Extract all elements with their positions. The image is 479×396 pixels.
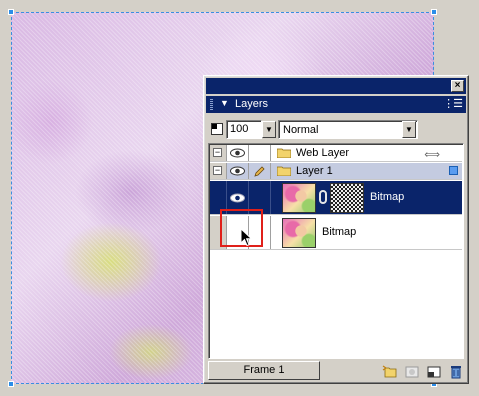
panel-header[interactable]: ▼ Layers ⋮☰ — [206, 96, 466, 113]
resize-handle-tr[interactable] — [431, 9, 437, 15]
visibility-column[interactable] — [227, 163, 249, 179]
layer-list: − Web Layer ⟺ − Layer 1 Bitmap Bitmap — [208, 143, 464, 359]
trash-icon — [451, 366, 461, 379]
folder-icon — [277, 166, 291, 176]
expander-icon[interactable]: − — [213, 148, 222, 157]
lock-column[interactable] — [249, 145, 271, 161]
mask-thumbnail[interactable] — [330, 183, 364, 213]
delete-layer-button[interactable] — [446, 362, 464, 379]
collapse-arrow-icon[interactable]: ▼ — [220, 98, 229, 108]
layer-label[interactable]: Bitmap — [370, 191, 404, 203]
move-icon: ⟺ — [424, 149, 440, 161]
layer-options-row: 100 ▼ Normal ▼ — [208, 120, 464, 140]
visibility-column[interactable] — [227, 145, 249, 161]
layer-color-swatch — [449, 166, 458, 175]
blend-mode-dropdown-button[interactable]: ▼ — [402, 121, 416, 138]
mouse-cursor-icon — [241, 229, 253, 247]
add-mask-icon — [405, 366, 419, 378]
blend-mode-select[interactable]: Normal ▼ — [278, 120, 418, 139]
opacity-input[interactable]: 100 — [226, 120, 262, 139]
new-layer-icon — [427, 366, 441, 378]
pencil-icon — [254, 166, 265, 177]
eye-icon[interactable] — [230, 193, 245, 203]
bitmap-thumbnail[interactable] — [282, 183, 316, 213]
lock-column[interactable] — [249, 163, 271, 179]
expander-column: − — [210, 163, 227, 179]
panel-titlebar[interactable]: × — [206, 78, 466, 94]
layer-label[interactable]: Bitmap — [322, 226, 356, 238]
opacity-icon — [211, 123, 223, 135]
expander-column: − — [210, 145, 227, 161]
resize-handle-tl[interactable] — [8, 9, 14, 15]
layer-row-layer-1[interactable]: − Layer 1 — [210, 163, 462, 180]
layer-label[interactable]: Layer 1 — [296, 165, 333, 177]
options-menu-icon[interactable]: ⋮☰ — [443, 97, 463, 110]
blend-mode-value: Normal — [283, 124, 319, 136]
bitmap-thumbnail[interactable] — [282, 218, 316, 248]
panel-title: Layers — [235, 98, 269, 110]
new-sublayer-icon — [382, 365, 397, 378]
add-mask-button[interactable] — [402, 362, 420, 379]
link-icon[interactable] — [319, 190, 327, 204]
eye-icon[interactable] — [230, 148, 245, 158]
layer-label[interactable]: Web Layer — [296, 147, 349, 159]
eye-icon[interactable] — [230, 166, 245, 176]
panel-bottom-bar: Frame 1 — [208, 361, 464, 381]
new-layer-button[interactable] — [424, 362, 442, 379]
expander-icon[interactable]: − — [213, 166, 222, 175]
opacity-dropdown-button[interactable]: ▼ — [262, 121, 276, 138]
frame-selector-button[interactable]: Frame 1 — [208, 361, 320, 380]
close-button[interactable]: × — [451, 80, 464, 92]
layer-row-web-layer[interactable]: − Web Layer ⟺ — [210, 145, 462, 162]
resize-handle-bl[interactable] — [8, 381, 14, 387]
grip-icon[interactable] — [210, 99, 213, 110]
folder-icon — [277, 148, 291, 158]
new-sublayer-button[interactable] — [380, 362, 398, 379]
